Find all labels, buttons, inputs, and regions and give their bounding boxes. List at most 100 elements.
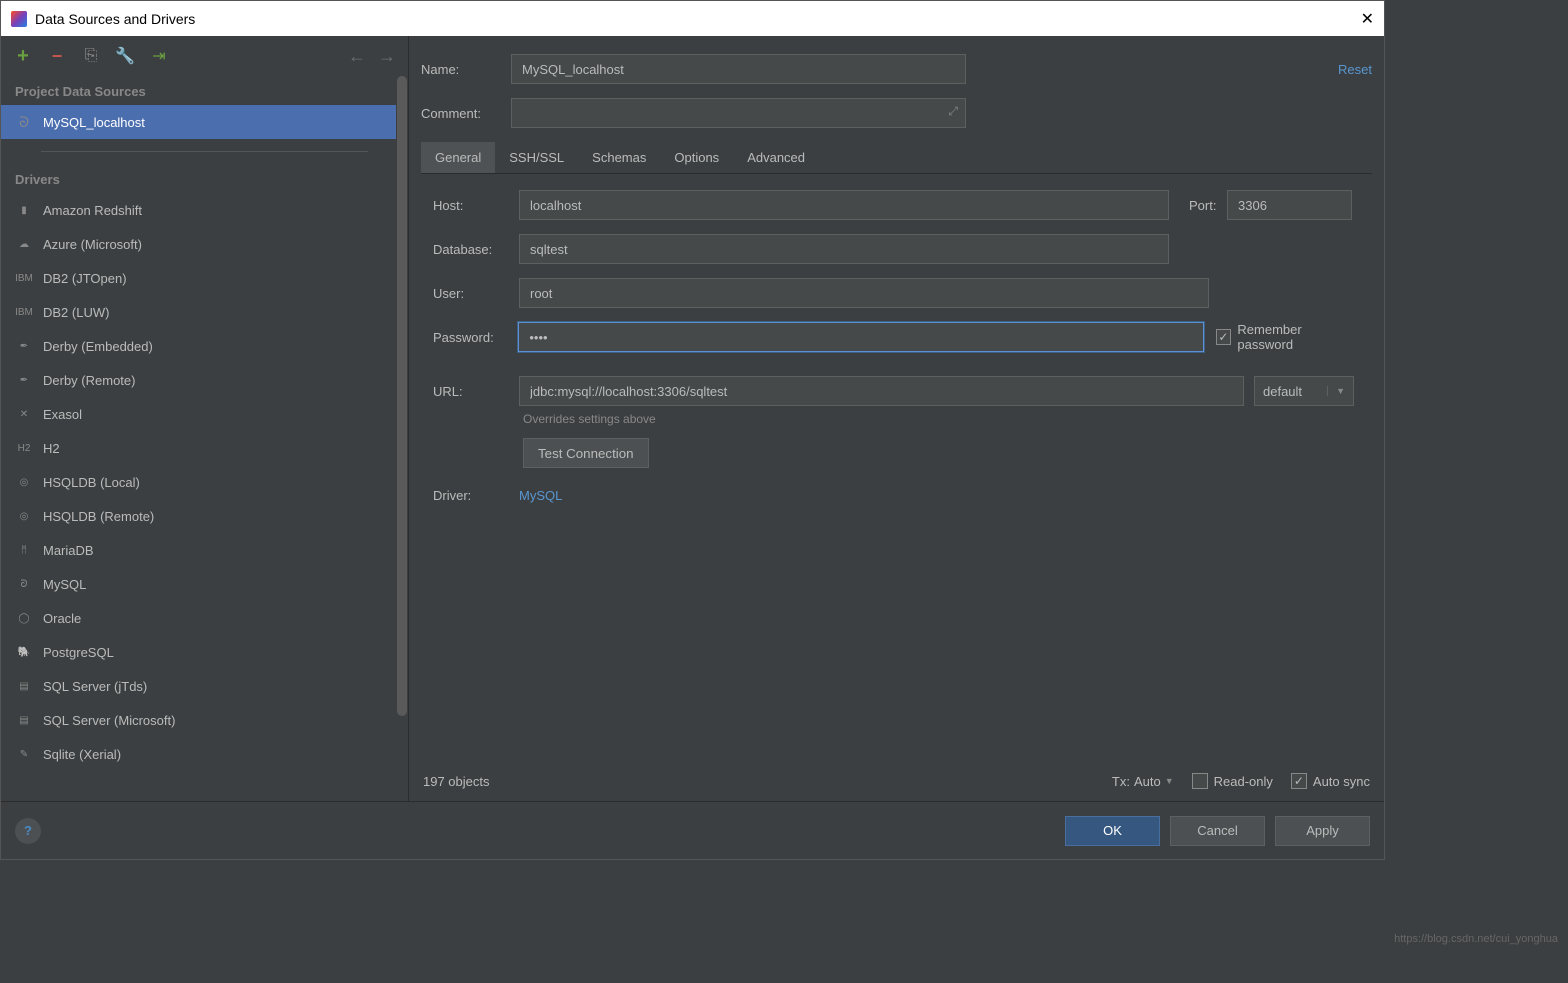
derby-icon: ✒ <box>15 337 33 355</box>
mysql-icon: ᘐ <box>15 575 33 593</box>
readonly-checkbox[interactable] <box>1192 773 1208 789</box>
hsqldb-icon: ◎ <box>15 473 33 491</box>
help-button[interactable]: ? <box>15 818 41 844</box>
scrollbar-thumb[interactable] <box>397 76 407 716</box>
driver-item[interactable]: ◎ HSQLDB (Local) <box>1 465 408 499</box>
settings-icon[interactable]: 🔧 <box>115 46 135 66</box>
autosync-checkbox[interactable] <box>1291 773 1307 789</box>
remember-checkbox[interactable] <box>1216 329 1232 345</box>
sources-header: Project Data Sources <box>1 76 408 105</box>
driver-item[interactable]: ☁Azure (Microsoft) <box>1 227 408 261</box>
comment-label: Comment: <box>421 106 511 121</box>
oracle-icon: ◯ <box>15 609 33 627</box>
expand-icon[interactable]: ⤢ <box>948 104 958 119</box>
driver-item[interactable]: 🐘PostgreSQL <box>1 635 408 669</box>
tab-schemas[interactable]: Schemas <box>578 142 660 173</box>
sidebar: + − ⎘ 🔧 ⇥ ← → Project Data Sources ᘐMySQ… <box>1 36 409 801</box>
database-input[interactable] <box>519 234 1169 264</box>
comment-input[interactable] <box>511 98 966 128</box>
ok-button[interactable]: OK <box>1065 816 1160 846</box>
sqlserver-icon: ▤ <box>15 677 33 695</box>
driver-label: MariaDB <box>43 543 94 558</box>
driver-label: Driver: <box>433 488 519 503</box>
mariadb-icon: ᛗ <box>15 541 33 559</box>
password-label: Password: <box>433 330 518 345</box>
remember-label: Remember password <box>1237 322 1360 352</box>
chevron-down-icon: ▼ <box>1165 776 1174 786</box>
hsqldb-icon: ◎ <box>15 507 33 525</box>
tab-advanced[interactable]: Advanced <box>733 142 819 173</box>
close-icon[interactable]: ✕ <box>1361 9 1374 29</box>
driver-label: DB2 (LUW) <box>43 305 109 320</box>
driver-item[interactable]: ᛗ MariaDB <box>1 533 408 567</box>
driver-label: H2 <box>43 441 60 456</box>
driver-item[interactable]: ▤ SQL Server (jTds) <box>1 669 408 703</box>
back-arrow-icon[interactable]: ← <box>348 46 366 67</box>
tab-general: Host: Port: Database: User: Passwo <box>421 174 1372 533</box>
test-connection-button[interactable]: Test Connection <box>523 438 649 468</box>
copy-icon[interactable]: ⎘ <box>81 46 101 66</box>
user-label: User: <box>433 286 519 301</box>
h2-icon: H2 <box>15 439 33 457</box>
driver-label: HSQLDB (Remote) <box>43 509 154 524</box>
port-input[interactable] <box>1227 190 1352 220</box>
tab-options[interactable]: Options <box>660 142 733 173</box>
name-label: Name: <box>421 62 511 77</box>
url-input[interactable] <box>519 376 1244 406</box>
apply-button[interactable]: Apply <box>1275 816 1370 846</box>
cancel-button[interactable]: Cancel <box>1170 816 1265 846</box>
driver-label: Exasol <box>43 407 82 422</box>
driver-label: Azure (Microsoft) <box>43 237 142 252</box>
sqlserver-icon: ▤ <box>15 711 33 729</box>
app-icon <box>11 11 27 27</box>
url-mode-dropdown[interactable]: default <box>1254 376 1354 406</box>
import-icon[interactable]: ⇥ <box>149 46 169 66</box>
scrollbar[interactable] <box>396 76 408 801</box>
driver-label: HSQLDB (Local) <box>43 475 140 490</box>
tab-sshssl[interactable]: SSH/SSL <box>495 142 578 173</box>
tab-general[interactable]: General <box>421 142 495 173</box>
exasol-icon: ✕ <box>15 405 33 423</box>
reset-link[interactable]: Reset <box>1338 62 1372 77</box>
add-button[interactable]: + <box>13 46 33 66</box>
redshift-icon: ▮ <box>15 201 33 219</box>
driver-item[interactable]: H2 H2 <box>1 431 408 465</box>
driver-label: PostgreSQL <box>43 645 114 660</box>
host-input[interactable] <box>519 190 1169 220</box>
comment-input-wrap: ⤢ <box>511 98 966 128</box>
driver-item[interactable]: IBMDB2 (JTOpen) <box>1 261 408 295</box>
driver-item[interactable]: ▮ Amazon Redshift <box>1 193 408 227</box>
footer: ? OK Cancel Apply https://blog.csdn.net/… <box>1 801 1384 859</box>
user-input[interactable] <box>519 278 1209 308</box>
driver-label: Amazon Redshift <box>43 203 142 218</box>
drivers-header: Drivers <box>1 164 408 193</box>
url-label: URL: <box>433 384 519 399</box>
source-label: MySQL_localhost <box>43 115 145 130</box>
remove-button[interactable]: − <box>47 46 67 66</box>
driver-item[interactable]: ✕ Exasol <box>1 397 408 431</box>
url-hint: Overrides settings above <box>523 412 1360 426</box>
driver-item[interactable]: ◎ HSQLDB (Remote) <box>1 499 408 533</box>
tabs: GeneralSSH/SSLSchemasOptionsAdvanced <box>421 142 1372 174</box>
mysql-icon: ᘐ <box>15 113 33 131</box>
driver-item[interactable]: ✒Derby (Embedded) <box>1 329 408 363</box>
name-input[interactable] <box>511 54 966 84</box>
titlebar: Data Sources and Drivers ✕ <box>1 1 1384 36</box>
driver-item[interactable]: ᘐMySQL <box>1 567 408 601</box>
driver-item[interactable]: ▤SQL Server (Microsoft) <box>1 703 408 737</box>
driver-item[interactable]: ✒Derby (Remote) <box>1 363 408 397</box>
forward-arrow-icon[interactable]: → <box>378 46 396 67</box>
db2-icon: IBM <box>15 269 33 287</box>
sidebar-toolbar: + − ⎘ 🔧 ⇥ ← → <box>1 36 408 76</box>
autosync-label: Auto sync <box>1313 774 1370 789</box>
driver-label: SQL Server (jTds) <box>43 679 147 694</box>
driver-item[interactable]: ◯Oracle <box>1 601 408 635</box>
tx-dropdown[interactable]: Tx: Auto ▼ <box>1112 774 1174 789</box>
driver-item[interactable]: ✎Sqlite (Xerial) <box>1 737 408 771</box>
password-input[interactable] <box>518 322 1203 352</box>
driver-item[interactable]: IBMDB2 (LUW) <box>1 295 408 329</box>
driver-label: Derby (Remote) <box>43 373 135 388</box>
source-item[interactable]: ᘐ MySQL_localhost <box>1 105 408 139</box>
objects-count: 197 objects <box>423 774 490 789</box>
driver-link[interactable]: MySQL <box>519 488 562 503</box>
